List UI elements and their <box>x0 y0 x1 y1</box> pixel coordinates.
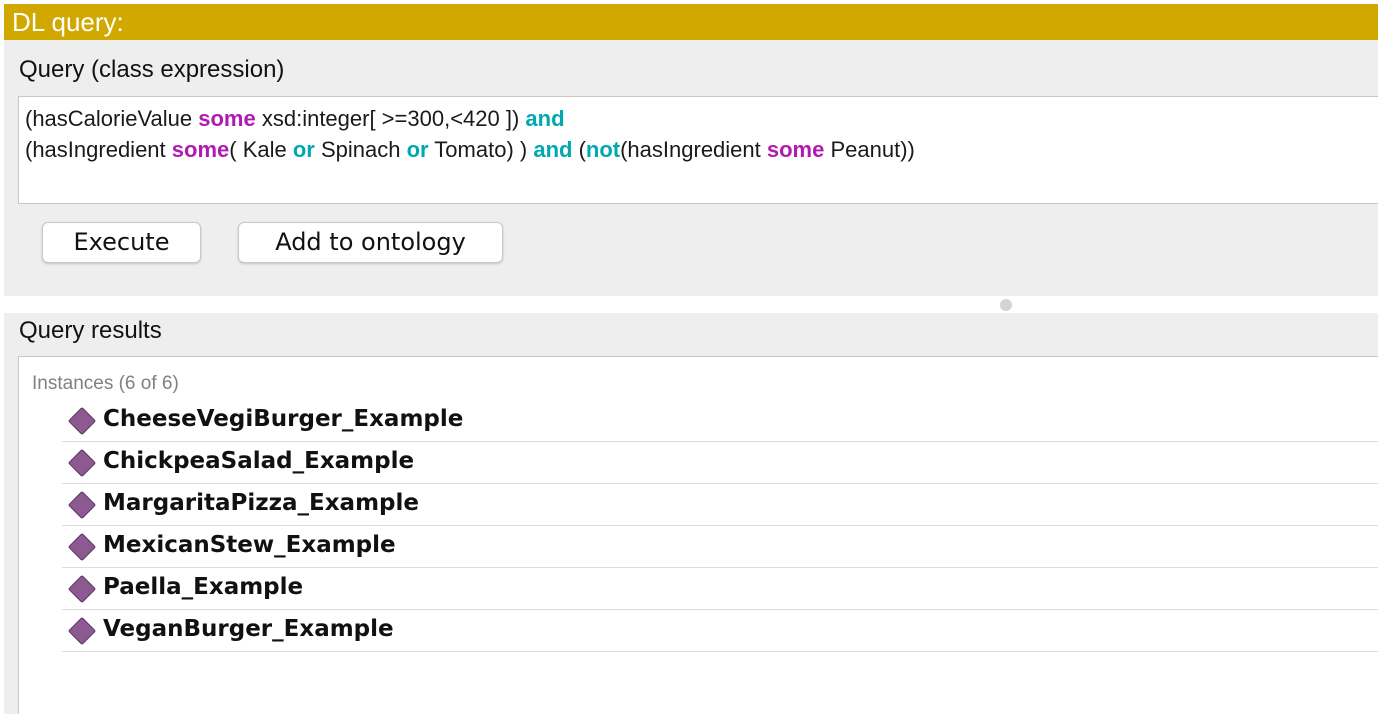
instance-rows: CheeseVegiBurger_Example ChickpeaSalad_Ex… <box>62 400 1378 652</box>
query-token: ( <box>572 137 586 162</box>
results-list: Instances (6 of 6) CheeseVegiBurger_Exam… <box>18 356 1378 714</box>
add-to-ontology-button[interactable]: Add to ontology <box>238 222 503 263</box>
individual-diamond-icon <box>67 406 97 436</box>
instance-label: Paella_Example <box>103 574 304 600</box>
query-section-label: Query (class expression) <box>19 56 285 83</box>
query-keyword: some <box>198 106 256 131</box>
query-token: xsd:integer[ >=300,<420 ]) <box>255 106 526 131</box>
instance-label: MargaritaPizza_Example <box>103 490 419 516</box>
query-keyword: and <box>533 137 573 162</box>
instance-label: MexicanStew_Example <box>103 532 396 558</box>
instance-row[interactable]: MargaritaPizza_Example <box>62 484 1378 526</box>
query-token: (hasIngredient <box>25 137 172 162</box>
query-keyword: some <box>766 137 825 162</box>
instance-row[interactable]: VeganBurger_Example <box>62 610 1378 652</box>
query-keyword: and <box>525 106 565 131</box>
individual-diamond-icon <box>67 490 97 520</box>
query-line-2: (hasIngredient some( Kale or Spinach or … <box>25 134 1378 165</box>
view-title-bar: DL query: <box>4 4 1378 40</box>
individual-diamond-icon <box>67 616 97 646</box>
instance-row[interactable]: Paella_Example <box>62 568 1378 610</box>
query-token: Peanut)) <box>824 137 915 162</box>
instance-label: ChickpeaSalad_Example <box>103 448 415 474</box>
execute-button[interactable]: Execute <box>42 222 201 263</box>
instance-label: CheeseVegiBurger_Example <box>103 406 464 432</box>
query-keyword: or <box>292 137 315 162</box>
instance-label: VeganBurger_Example <box>103 616 394 642</box>
instance-row[interactable]: MexicanStew_Example <box>62 526 1378 568</box>
query-token: (hasCalorieValue <box>25 106 199 131</box>
class-expression-editor[interactable]: (hasCalorieValue some xsd:integer[ >=300… <box>18 96 1378 204</box>
individual-diamond-icon <box>67 574 97 604</box>
dl-query-view: DL query: Query (class expression) (hasC… <box>0 0 1378 714</box>
instance-row[interactable]: ChickpeaSalad_Example <box>62 442 1378 484</box>
query-token: Tomato) ) <box>428 137 534 162</box>
individual-diamond-icon <box>67 532 97 562</box>
query-keyword: or <box>406 137 429 162</box>
panel-splitter[interactable] <box>4 296 1378 313</box>
results-panel: Query results Instances (6 of 6) CheeseV… <box>4 313 1378 714</box>
query-token: Spinach <box>314 137 407 162</box>
query-keyword: some <box>171 137 230 162</box>
query-token: (hasIngredient <box>620 137 767 162</box>
individual-diamond-icon <box>67 448 97 478</box>
instance-row[interactable]: CheeseVegiBurger_Example <box>62 400 1378 442</box>
query-line-1: (hasCalorieValue some xsd:integer[ >=300… <box>25 103 1378 134</box>
query-panel: Query (class expression) (hasCalorieValu… <box>4 40 1378 296</box>
query-keyword: not <box>585 137 621 162</box>
query-token: ( Kale <box>229 137 293 162</box>
splitter-handle[interactable] <box>1000 299 1012 311</box>
instances-header: Instances (6 of 6) <box>32 373 179 394</box>
results-section-label: Query results <box>19 317 162 344</box>
